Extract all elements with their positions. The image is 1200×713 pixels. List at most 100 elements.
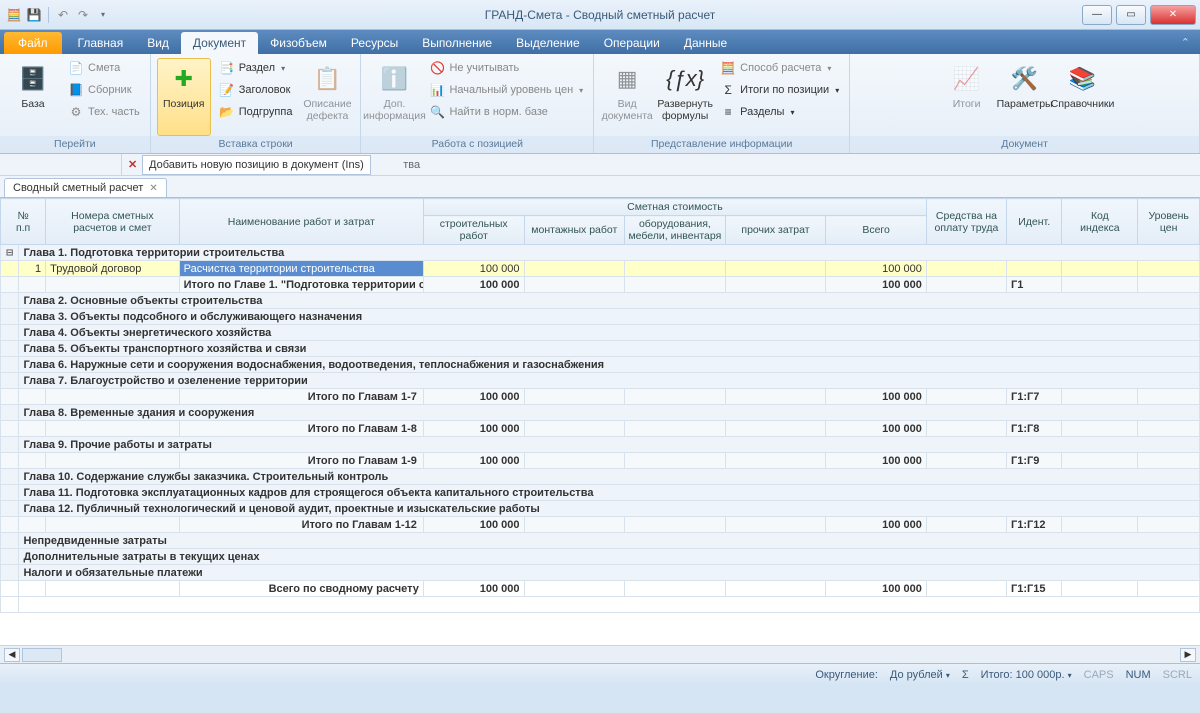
undo-icon[interactable]: ↶ (55, 7, 71, 23)
col-ident[interactable]: Идент. (1006, 199, 1061, 245)
group-label-insert: Вставка строки (151, 136, 361, 153)
table-row[interactable]: Глава 4. Объекты энергетического хозяйст… (1, 325, 1200, 341)
reference-icon: 📚 (1067, 63, 1099, 95)
tab-view[interactable]: Вид (135, 32, 181, 54)
file-tab[interactable]: Файл (4, 32, 62, 54)
search-icon: 🔍 (429, 104, 445, 120)
tab-selection[interactable]: Выделение (504, 32, 592, 54)
tab-document[interactable]: Документ (181, 32, 258, 54)
minimize-button[interactable]: — (1082, 5, 1112, 25)
tab-operations[interactable]: Операции (592, 32, 672, 54)
table-row[interactable]: Глава 8. Временные здания и сооружения (1, 405, 1200, 421)
input-tail-text: тва (403, 159, 420, 171)
tab-execution[interactable]: Выполнение (410, 32, 504, 54)
itogi-button[interactable]: 📈 Итоги (940, 58, 994, 136)
col-c2[interactable]: монтажных работ (524, 216, 625, 245)
params-button[interactable]: 🛠️ Параметры (998, 58, 1052, 136)
redo-icon[interactable]: ↷ (75, 7, 91, 23)
col-labor[interactable]: Средства на оплату труда (926, 199, 1006, 245)
tab-main[interactable]: Главная (66, 32, 136, 54)
calcmethod-button[interactable]: 🧮Способ расчета▾ (716, 58, 843, 78)
table-row[interactable]: Дополнительные затраты в текущих ценах (1, 549, 1200, 565)
maximize-button[interactable]: ▭ (1116, 5, 1146, 25)
ignore-button[interactable]: 🚫Не учитывать (425, 58, 587, 78)
ribbon: 🗄️ База 📄Смета 📘Сборник ⚙Тех. часть Пере… (0, 54, 1200, 154)
table-row[interactable]: Итого по Главам 1-7100 000100 000Г1:Г7 (1, 389, 1200, 405)
cancel-input-button[interactable]: ✕ (122, 158, 143, 171)
doc-tab-close-icon[interactable]: ✕ (149, 183, 157, 194)
table-row[interactable]: Итого по Главам 1-8100 000100 000Г1:Г8 (1, 421, 1200, 437)
razdel-button[interactable]: 📑Раздел▾ (215, 58, 297, 78)
sprav-button[interactable]: 📚 Справочники (1056, 58, 1110, 136)
horizontal-scrollbar[interactable]: ◀ ▶ (0, 645, 1200, 663)
gear-icon: ⚙ (68, 104, 84, 120)
spreadsheet[interactable]: № п.п Номера сметных расчетов и смет Наи… (0, 198, 1200, 645)
col-idx[interactable]: Код индекса (1062, 199, 1138, 245)
ribbon-tabs: Файл Главная Вид Документ Физобъем Ресур… (0, 30, 1200, 54)
ribbon-collapse-icon[interactable]: ⌃ (1181, 36, 1190, 49)
doc-tab[interactable]: Сводный сметный расчет ✕ (4, 178, 167, 197)
table-row[interactable]: Глава 9. Прочие работы и затраты (1, 437, 1200, 453)
close-button[interactable]: ✕ (1150, 5, 1196, 25)
expand-icon[interactable]: ⊟ (1, 245, 19, 261)
col-c4[interactable]: прочих затрат (725, 216, 826, 245)
table-row[interactable] (1, 597, 1200, 613)
sbornik-button[interactable]: 📘Сборник (64, 80, 144, 100)
document-tabs: Сводный сметный расчет ✕ (0, 176, 1200, 198)
table-row[interactable]: Итого по Главе 1. "Подготовка территории… (1, 277, 1200, 293)
table-row[interactable]: Глава 6. Наружные сети и сооружения водо… (1, 357, 1200, 373)
col-num[interactable]: № п.п (1, 199, 46, 245)
table-row[interactable]: Глава 10. Содержание службы заказчика. С… (1, 469, 1200, 485)
defect-button[interactable]: 📋 Описание дефекта (300, 58, 354, 136)
table-row[interactable]: Итого по Главам 1-9100 000100 000Г1:Г9 (1, 453, 1200, 469)
findnorm-button[interactable]: 🔍Найти в норм. базе (425, 102, 587, 122)
col-c5[interactable]: Всего (826, 216, 927, 245)
quick-access-toolbar: 🧮 💾 ↶ ↷ ▾ (0, 7, 111, 23)
initlevel-button[interactable]: 📊Начальный уровень цен▾ (425, 80, 587, 100)
tab-data[interactable]: Данные (672, 32, 739, 54)
save-icon[interactable]: 💾 (26, 7, 42, 23)
col-lvl[interactable]: Уровень цен (1138, 199, 1200, 245)
table-row[interactable]: Глава 11. Подготовка эксплуатационных ка… (1, 485, 1200, 501)
table-row[interactable]: Глава 2. Основные объекты строительства (1, 293, 1200, 309)
base-button[interactable]: 🗄️ База (6, 58, 60, 136)
sum-label: Итого: (981, 669, 1013, 681)
podgruppa-button[interactable]: 📂Подгруппа (215, 102, 297, 122)
techpart-button[interactable]: ⚙Тех. часть (64, 102, 144, 122)
rounding-value[interactable]: До рублей ▾ (890, 669, 950, 681)
viddoc-button[interactable]: ▦ Вид документа (600, 58, 654, 136)
dopinfo-button[interactable]: ℹ️ Доп. информация (367, 58, 421, 136)
scroll-thumb[interactable] (22, 648, 62, 662)
scroll-right-icon[interactable]: ▶ (1180, 648, 1196, 662)
table-row[interactable]: Глава 12. Публичный технологический и це… (1, 501, 1200, 517)
cancel-icon: 🚫 (429, 60, 445, 76)
col-c3[interactable]: оборудования, мебели, инвентаря (625, 216, 726, 245)
formulas-button[interactable]: {ƒx} Развернуть формулы (658, 58, 712, 136)
razdely-button[interactable]: ≡Разделы▾ (716, 102, 843, 122)
table-row[interactable]: 1Трудовой договорРасчистка территории ст… (1, 261, 1200, 277)
col-name[interactable]: Наименование работ и затрат (179, 199, 423, 245)
table-row[interactable]: Глава 3. Объекты подсобного и обслуживаю… (1, 309, 1200, 325)
tab-resources[interactable]: Ресурсы (339, 32, 410, 54)
col-ref[interactable]: Номера сметных расчетов и смет (46, 199, 179, 245)
scroll-left-icon[interactable]: ◀ (4, 648, 20, 662)
caps-indicator: CAPS (1084, 669, 1114, 681)
table-row[interactable]: Непредвиденные затраты (1, 533, 1200, 549)
table-row[interactable]: Всего по сводному расчету100 000100 000Г… (1, 581, 1200, 597)
document-icon: 📄 (68, 60, 84, 76)
col-c1[interactable]: строительных работ (423, 216, 524, 245)
table-row[interactable]: Глава 7. Благоустройство и озеленение те… (1, 373, 1200, 389)
table-row[interactable]: ⊟Глава 1. Подготовка территории строител… (1, 245, 1200, 261)
ribbon-group-doc: 📈 Итоги 🛠️ Параметры 📚 Справочники Докум… (850, 54, 1200, 153)
itogipos-button[interactable]: ΣИтоги по позиции▾ (716, 80, 843, 100)
table-row[interactable]: Глава 5. Объекты транспортного хозяйства… (1, 341, 1200, 357)
position-button[interactable]: ✚ Позиция (157, 58, 211, 136)
table-row[interactable]: Налоги и обязательные платежи (1, 565, 1200, 581)
zagolovok-button[interactable]: 📝Заголовок (215, 80, 297, 100)
col-cost-group[interactable]: Сметная стоимость (423, 199, 926, 216)
smeta-button[interactable]: 📄Смета (64, 58, 144, 78)
qat-dropdown-icon[interactable]: ▾ (95, 7, 111, 23)
book-icon: 📘 (68, 82, 84, 98)
tab-physvolume[interactable]: Физобъем (258, 32, 339, 54)
table-row[interactable]: Итого по Главам 1-12100 000100 000Г1:Г12 (1, 517, 1200, 533)
